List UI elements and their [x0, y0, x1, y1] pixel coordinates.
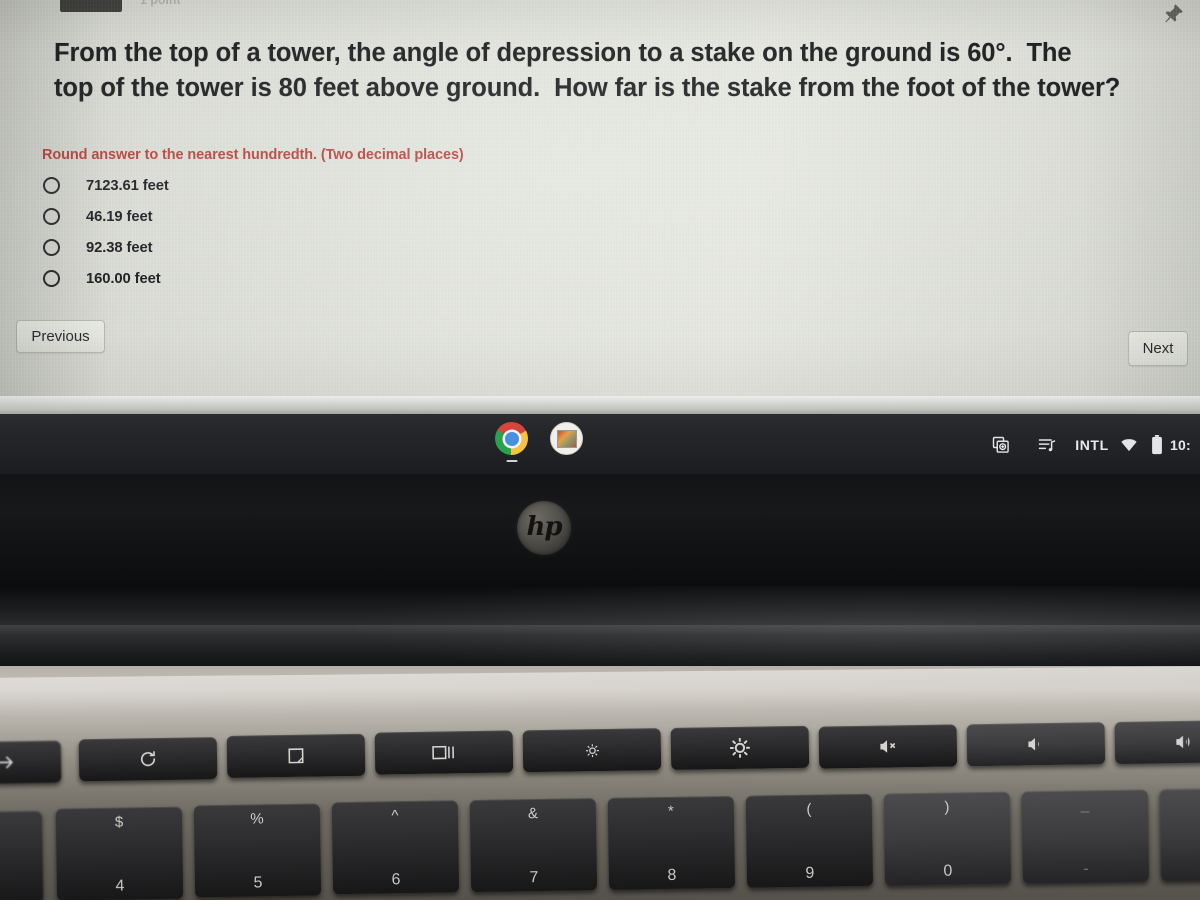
- answer-option-label: 7123.61 feet: [86, 177, 169, 194]
- question-text: From the top of a tower, the angle of de…: [54, 39, 1121, 102]
- key-0[interactable]: ) 0: [883, 791, 1012, 886]
- key-7-label: 7: [529, 869, 539, 887]
- volume-up-icon: [1174, 732, 1194, 752]
- battery-icon[interactable]: [1144, 414, 1170, 476]
- radio-button[interactable]: [43, 177, 60, 194]
- key-6-label: 6: [391, 871, 401, 889]
- next-button[interactable]: Next: [1128, 331, 1188, 366]
- key-8-shift-label: *: [667, 802, 674, 821]
- radio-button[interactable]: [43, 208, 60, 225]
- clock-label: 10:: [1170, 437, 1191, 453]
- arrow-forward-icon: [0, 752, 16, 772]
- brightness-high-icon: [729, 737, 751, 759]
- key-7-shift-label: &: [527, 805, 539, 823]
- system-tray[interactable]: INTL 10:: [978, 414, 1200, 476]
- playlist-icon[interactable]: [1024, 414, 1070, 476]
- answer-option-label: 92.38 feet: [86, 239, 153, 256]
- key-minus-shift-label: _: [1080, 796, 1090, 814]
- key-9[interactable]: ( 9: [745, 793, 874, 888]
- document-app-icon[interactable]: [550, 422, 583, 455]
- answer-option-label: 46.19 feet: [86, 208, 153, 225]
- overview-key[interactable]: [374, 730, 514, 775]
- previous-button[interactable]: Previous: [16, 320, 105, 353]
- brightness-down-key[interactable]: [522, 728, 662, 773]
- answer-option[interactable]: 46.19 feet: [38, 201, 169, 232]
- key-9-label: 9: [805, 864, 815, 882]
- chromeos-shelf: INTL 10:: [0, 414, 1200, 476]
- key-0-shift-label: ): [944, 798, 950, 816]
- volume-mute-icon: [878, 736, 898, 756]
- key-6[interactable]: ^ 6: [331, 800, 460, 895]
- answer-options-list: 7123.61 feet 46.19 feet 92.38 feet 160.0…: [38, 170, 169, 294]
- top-cropped-strip: 1 point: [0, 0, 1200, 16]
- document-app-icon-art: [556, 429, 577, 448]
- key-7[interactable]: & 7: [469, 798, 598, 893]
- pushpin-icon[interactable]: [1160, 2, 1186, 26]
- laptop-hinge: [0, 586, 1200, 674]
- answer-option[interactable]: 7123.61 feet: [38, 170, 169, 201]
- key-4[interactable]: $ 4: [55, 806, 184, 900]
- radio-button[interactable]: [43, 270, 60, 287]
- keyboard-layout-indicator[interactable]: INTL: [1070, 414, 1114, 476]
- reload-key[interactable]: [78, 737, 218, 782]
- answer-option[interactable]: 160.00 feet: [38, 263, 169, 294]
- radio-button[interactable]: [43, 239, 60, 256]
- brightness-up-key[interactable]: [670, 725, 810, 770]
- key-8[interactable]: * 8: [607, 795, 736, 890]
- reload-icon: [138, 749, 158, 769]
- key-9-shift-label: (: [806, 800, 812, 818]
- volume-down-icon: [1026, 734, 1046, 754]
- mute-key[interactable]: [818, 724, 958, 769]
- key-4-label: 4: [115, 877, 125, 895]
- laptop-photo: 1 point From the top of a tower, the ang…: [0, 0, 1200, 900]
- forward-key[interactable]: [0, 740, 62, 785]
- key-minus[interactable]: _ -: [1021, 789, 1150, 884]
- laptop-screen: 1 point From the top of a tower, the ang…: [0, 0, 1200, 418]
- wifi-icon[interactable]: [1114, 414, 1144, 476]
- active-indicator: [506, 459, 517, 462]
- volume-up-key[interactable]: [1114, 719, 1200, 764]
- key-equals[interactable]: + =: [1159, 787, 1200, 882]
- volume-down-key[interactable]: [966, 722, 1106, 767]
- key-6-shift-label: ^: [391, 807, 399, 825]
- shelf-app-icons: [495, 422, 583, 462]
- key-5-label: 5: [253, 874, 263, 892]
- hp-logo-text: hp: [526, 512, 562, 542]
- key-0-label: 0: [943, 862, 953, 880]
- rounding-instruction: Round answer to the nearest hundredth. (…: [42, 147, 464, 163]
- keyboard: # 3 $ 4 % 5 ^ 6 & 7 * 8: [0, 708, 1200, 900]
- window-overview-icon: [431, 742, 457, 762]
- key-minus-label: -: [1083, 860, 1089, 878]
- key-3[interactable]: # 3: [0, 810, 44, 900]
- fullscreen-key[interactable]: [226, 733, 366, 778]
- answer-option-label: 160.00 feet: [86, 270, 161, 287]
- top-dark-chip: [60, 0, 122, 12]
- clock[interactable]: 10:: [1170, 414, 1198, 476]
- chrome-app-icon[interactable]: [495, 422, 528, 462]
- number-key-row: # 3 $ 4 % 5 ^ 6 & 7 * 8: [0, 780, 1200, 900]
- key-5-shift-label: %: [250, 810, 264, 828]
- key-4-shift-label: $: [114, 813, 124, 831]
- brightness-low-icon: [585, 743, 599, 757]
- fullscreen-icon: [286, 746, 306, 766]
- key-8-label: 8: [667, 866, 677, 885]
- screen-capture-icon[interactable]: [978, 414, 1024, 476]
- keyboard-layout-label: INTL: [1075, 437, 1109, 453]
- answer-option[interactable]: 92.38 feet: [38, 232, 169, 263]
- hp-logo: hp: [517, 501, 571, 555]
- key-5[interactable]: % 5: [193, 803, 322, 898]
- points-label: 1 point: [140, 0, 181, 7]
- screen-bezel: [0, 474, 1200, 600]
